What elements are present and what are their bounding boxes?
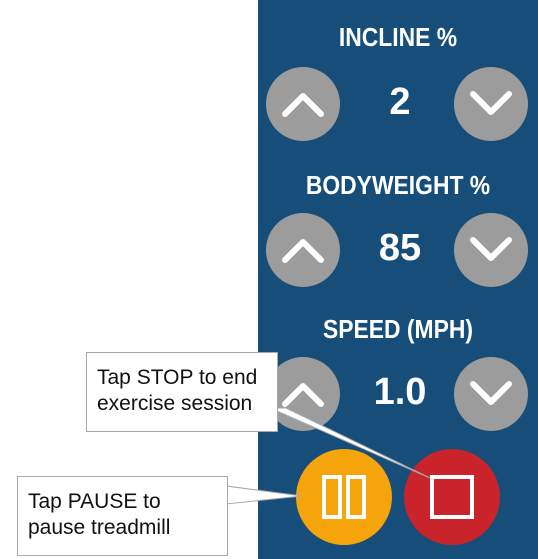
stop-callout: Tap STOP to end exercise session: [86, 352, 278, 432]
pause-callout: Tap PAUSE to pause treadmill: [17, 476, 228, 556]
stop-callout-line-2: exercise session: [97, 392, 253, 415]
pause-callout-line-2: pause treadmill: [28, 516, 171, 539]
stop-callout-line-1: Tap STOP to end: [97, 366, 258, 389]
pause-callout-line-1: Tap PAUSE to: [28, 490, 161, 513]
